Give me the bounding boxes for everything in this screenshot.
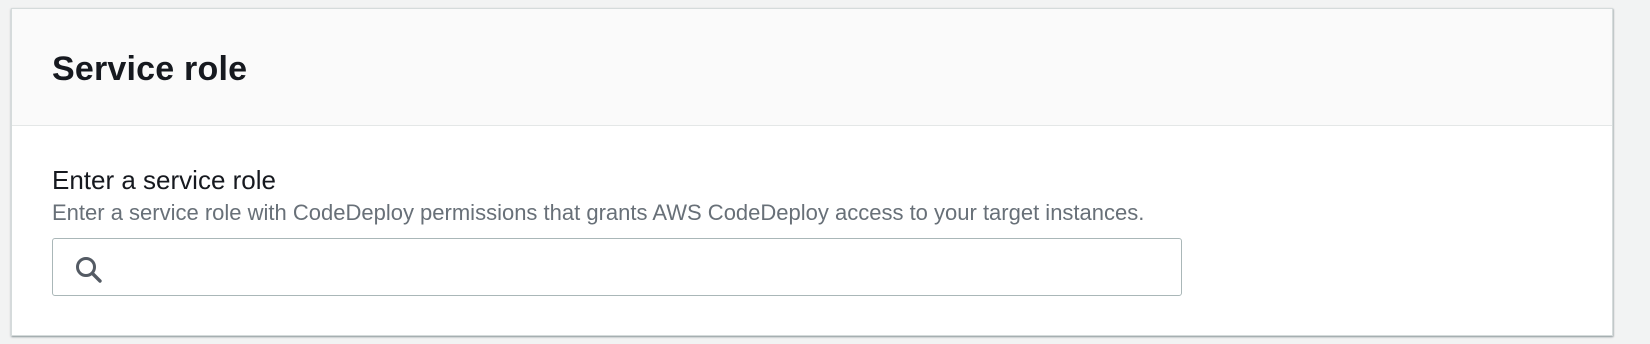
service-role-search-box[interactable] [52, 238, 1182, 296]
panel-header: Service role [12, 9, 1612, 126]
service-role-search-input[interactable] [53, 239, 1181, 295]
service-role-panel: Service role Enter a service role Enter … [11, 8, 1613, 336]
panel-body: Enter a service role Enter a service rol… [12, 126, 1612, 296]
search-icon [76, 257, 102, 283]
panel-title: Service role [52, 49, 248, 88]
service-role-label: Enter a service role [52, 165, 276, 195]
service-role-description: Enter a service role with CodeDeploy per… [52, 200, 1145, 225]
